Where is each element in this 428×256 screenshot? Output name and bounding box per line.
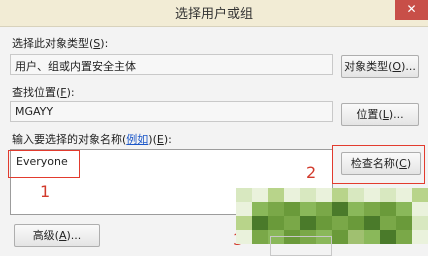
mosaic-tile	[284, 202, 300, 216]
watermark-mosaic	[236, 188, 428, 244]
mosaic-tile	[412, 202, 428, 216]
location-button[interactable]: 位置(L)...	[341, 103, 419, 126]
mosaic-tile	[364, 202, 380, 216]
examples-link[interactable]: 例如	[126, 133, 148, 146]
mosaic-tile	[316, 202, 332, 216]
close-button[interactable]: ✕	[395, 0, 428, 20]
mosaic-tile	[380, 230, 396, 244]
mosaic-tile	[236, 216, 252, 230]
mosaic-tile	[332, 230, 348, 244]
mosaic-tile	[284, 188, 300, 202]
mosaic-tile	[268, 188, 284, 202]
mosaic-tile	[252, 230, 268, 244]
mosaic-tile	[348, 230, 364, 244]
mosaic-tile	[380, 216, 396, 230]
annotation-number-1: 1	[40, 182, 51, 201]
mosaic-tile	[396, 202, 412, 216]
mosaic-tile	[252, 188, 268, 202]
mosaic-tile	[412, 216, 428, 230]
mosaic-tile	[332, 188, 348, 202]
mosaic-tile	[236, 188, 252, 202]
location-field: MGAYY	[10, 101, 333, 122]
mosaic-tile	[396, 188, 412, 202]
mosaic-tile	[316, 188, 332, 202]
close-icon: ✕	[406, 2, 417, 16]
mosaic-tile	[236, 202, 252, 216]
annotation-box-1	[8, 150, 80, 178]
advanced-button[interactable]: 高级(A)...	[14, 224, 100, 247]
annotation-box-2	[332, 145, 425, 184]
mosaic-tile	[364, 230, 380, 244]
mosaic-tile	[300, 202, 316, 216]
mosaic-tile	[380, 202, 396, 216]
mosaic-tile	[284, 216, 300, 230]
mosaic-tile	[412, 230, 428, 244]
object-types-label: 选择此对象类型(S):	[12, 37, 109, 50]
mosaic-tile	[300, 216, 316, 230]
mosaic-tile	[252, 216, 268, 230]
mosaic-tile	[364, 188, 380, 202]
mosaic-tile	[348, 202, 364, 216]
mosaic-tile	[348, 188, 364, 202]
mosaic-tile	[396, 230, 412, 244]
mosaic-tile	[300, 188, 316, 202]
mosaic-tile	[268, 202, 284, 216]
mosaic-tile	[380, 188, 396, 202]
mosaic-tile	[268, 216, 284, 230]
window-title: 选择用户或组	[174, 7, 253, 22]
mosaic-tile	[316, 216, 332, 230]
mosaic-tile	[348, 216, 364, 230]
mosaic-tile	[332, 216, 348, 230]
mosaic-tile	[396, 216, 412, 230]
mosaic-tile	[412, 188, 428, 202]
object-types-field: 用户、组或内置安全主体	[10, 54, 333, 75]
annotation-number-2: 2	[306, 163, 317, 182]
mosaic-tile	[364, 216, 380, 230]
names-label: 输入要选择的对象名称(例如)(E):	[12, 133, 172, 146]
location-label: 查找位置(F):	[12, 86, 75, 99]
object-types-button[interactable]: 对象类型(O)...	[341, 55, 419, 78]
mosaic-tile	[252, 202, 268, 216]
mosaic-tile	[332, 202, 348, 216]
ok-button-obscured[interactable]	[270, 236, 332, 256]
mosaic-tile	[236, 230, 252, 244]
